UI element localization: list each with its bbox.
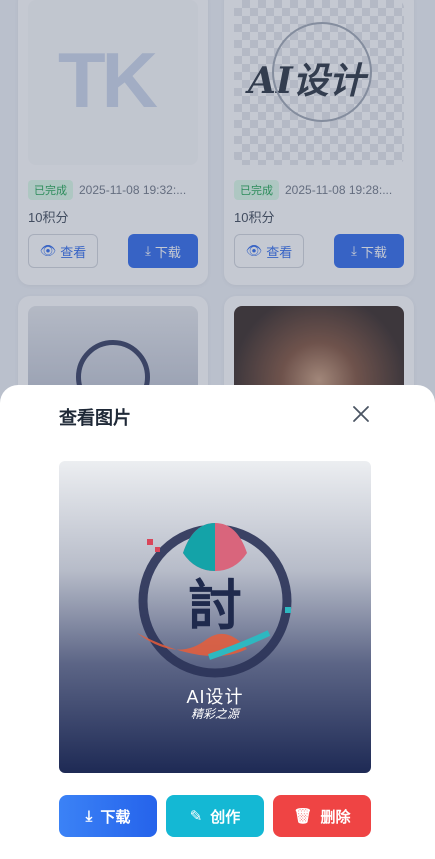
trash-icon: 🗑 <box>293 808 313 825</box>
close-icon[interactable] <box>350 403 372 425</box>
download-button[interactable]: ⤓ 下载 <box>59 795 157 837</box>
create-button[interactable]: ✎ 创作 <box>166 795 264 837</box>
logo-glyph: 討 <box>188 576 242 636</box>
sheet-title: 查看图片 <box>59 408 131 428</box>
preview-image: 討 AI设计 精彩之源 <box>59 461 371 773</box>
delete-button[interactable]: 🗑 删除 <box>273 795 371 837</box>
pencil-icon: ✎ <box>189 808 203 825</box>
image-viewer-sheet: 查看图片 討 AI设计 精彩之源 ⤓ 下载 ✎ 创作 🗑 删除 <box>0 385 435 859</box>
image-subcaption: 精彩之源 <box>190 707 239 721</box>
download-icon: ⤓ <box>85 807 93 825</box>
